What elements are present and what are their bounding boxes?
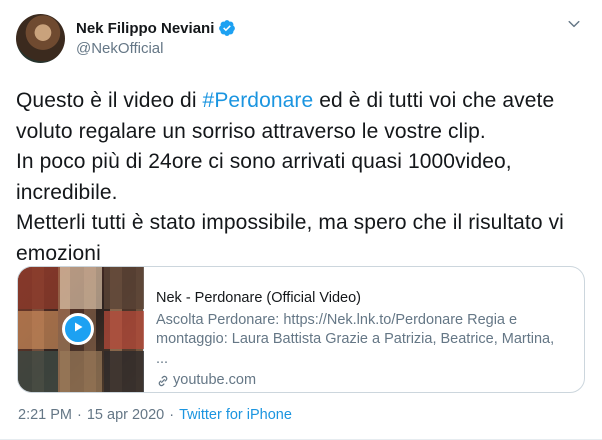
tweet: Nek Filippo Neviani @NekOfficial Questo … (0, 0, 602, 440)
handle[interactable]: @NekOfficial (76, 39, 236, 58)
tweet-text-start: Questo è il video di (16, 89, 203, 112)
card-title: Nek - Perdonare (Official Video) (156, 290, 361, 306)
card-body: Nek - Perdonare (Official Video) Ascolta… (144, 267, 584, 392)
author-names: Nek Filippo Neviani @NekOfficial (76, 19, 236, 58)
link-card[interactable]: Nek - Perdonare (Official Video) Ascolta… (17, 266, 585, 393)
name-row: Nek Filippo Neviani (76, 19, 236, 38)
display-name[interactable]: Nek Filippo Neviani (76, 19, 214, 38)
card-description: Ascolta Perdonare: https://Nek.lnk.to/Pe… (156, 311, 555, 367)
chevron-down-icon (566, 16, 582, 37)
tweet-text-end: ed è di tutti voi che avete voluto regal… (16, 89, 564, 265)
link-icon (156, 374, 170, 388)
play-button[interactable] (62, 313, 94, 345)
tweet-time[interactable]: 2:21 PM (18, 407, 72, 423)
verified-badge-icon (218, 19, 236, 37)
meta-separator: · (77, 407, 82, 423)
video-thumbnail[interactable] (18, 267, 144, 392)
card-domain-text: youtube.com (173, 372, 257, 388)
tweet-source-link[interactable]: Twitter for iPhone (179, 407, 292, 423)
card-domain: youtube.com (156, 371, 570, 391)
tweet-text: Questo è il video di #Perdonare ed è di … (16, 86, 586, 269)
tweet-date[interactable]: 15 apr 2020 (87, 407, 164, 423)
avatar[interactable] (16, 13, 65, 63)
play-icon (72, 320, 84, 338)
meta-separator: · (169, 407, 175, 423)
tweet-header: Nek Filippo Neviani @NekOfficial (16, 13, 586, 63)
hashtag-link[interactable]: #Perdonare (203, 89, 314, 112)
more-options-button[interactable] (564, 16, 584, 36)
tweet-meta: 2:21 PM · 15 apr 2020 · Twitter for iPho… (18, 407, 292, 423)
